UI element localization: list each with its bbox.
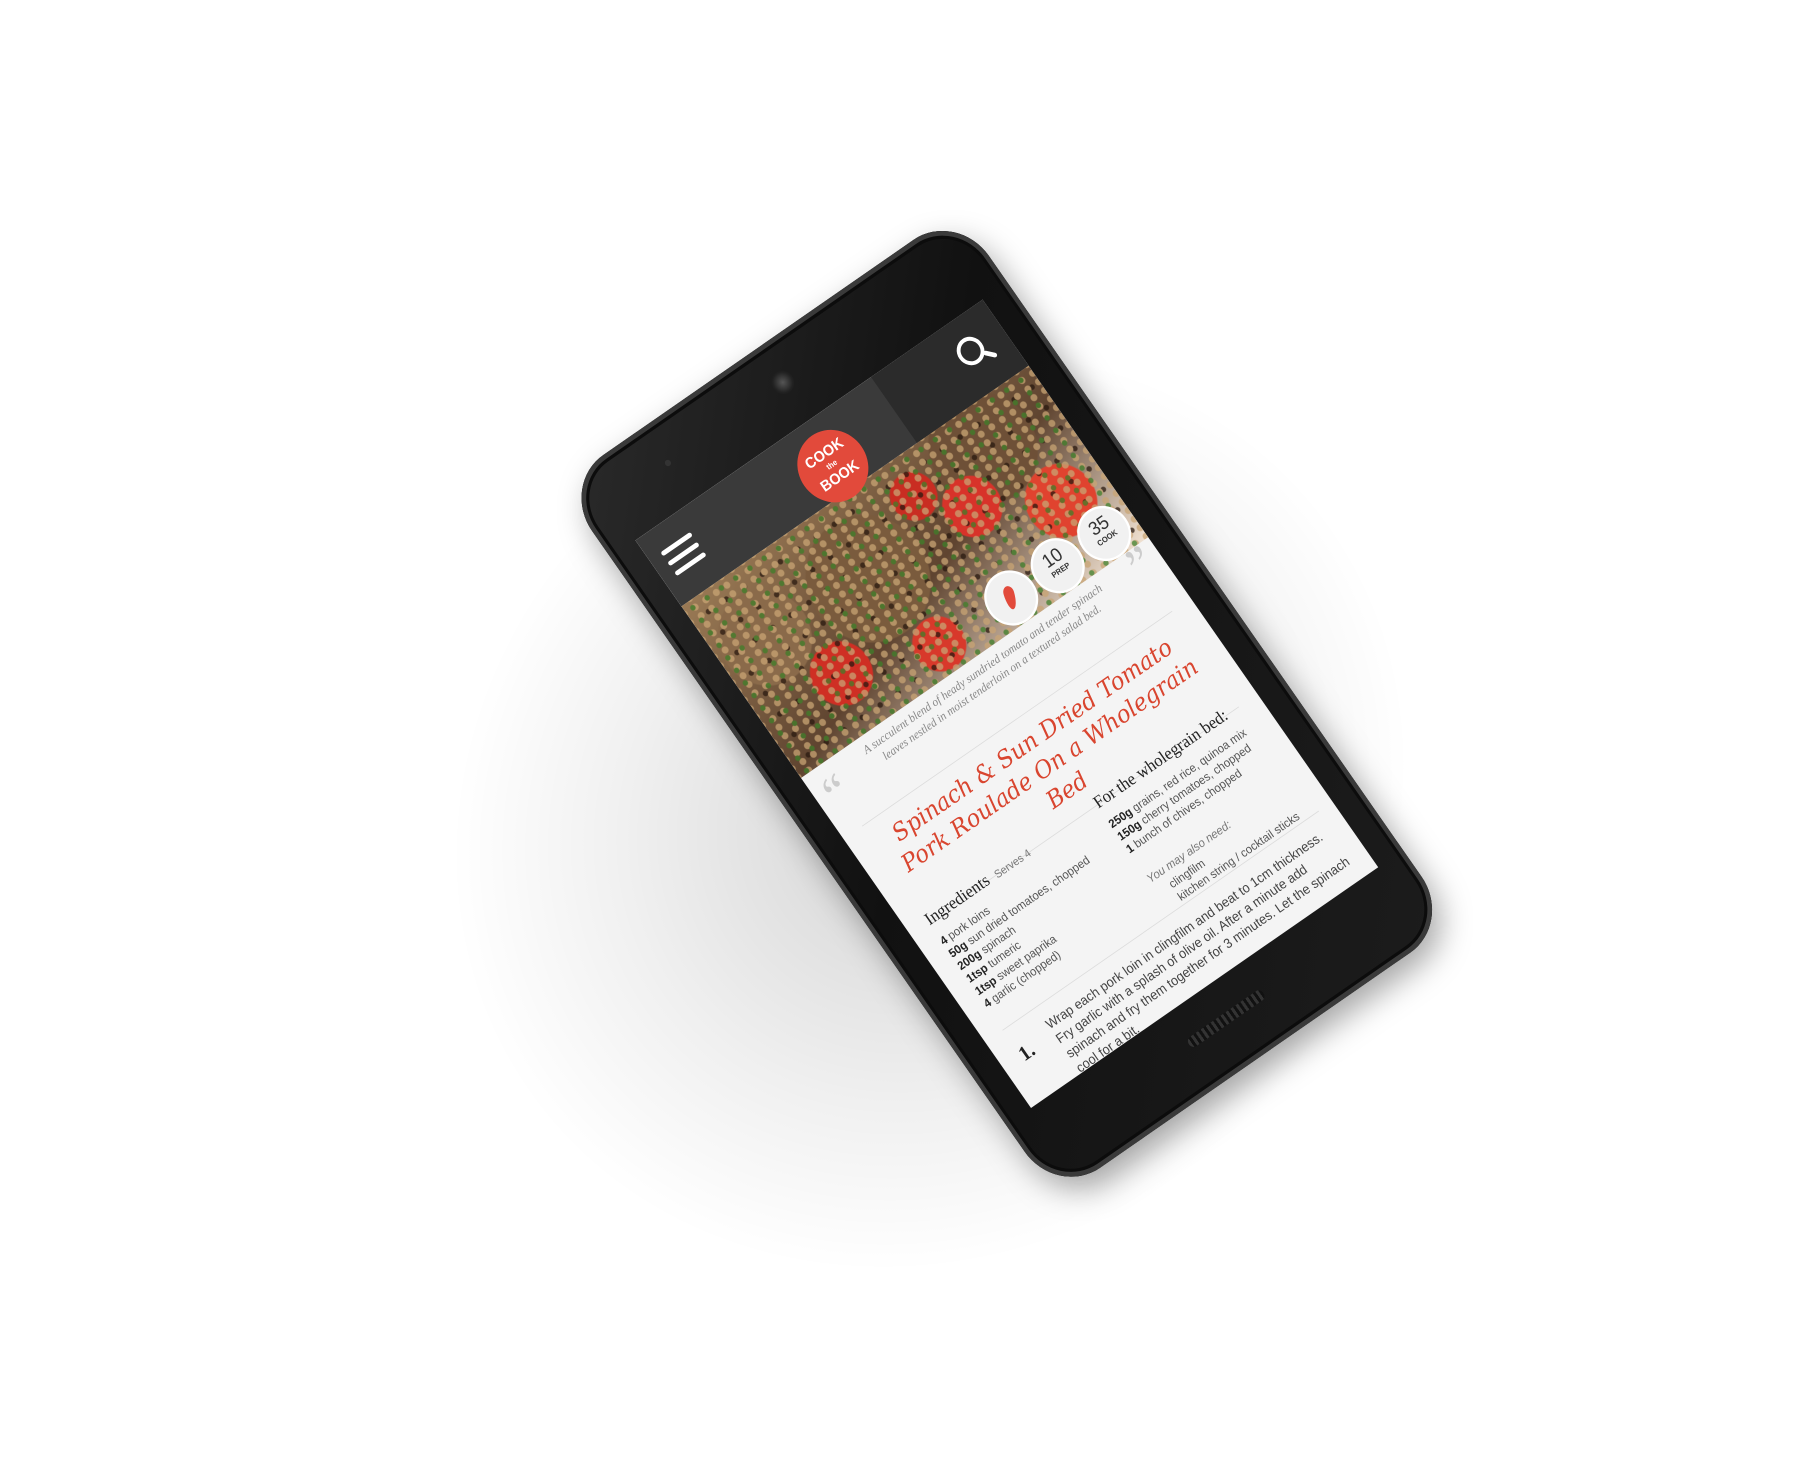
close-quote-mark: ” [1115, 533, 1166, 594]
front-camera [766, 366, 799, 399]
step-number: 1. [1013, 1038, 1040, 1066]
device-mockup: COOK the BOOK 10 PREP 35 COOK “ ” A succ… [0, 0, 1800, 1465]
hamburger-menu-icon[interactable] [660, 531, 708, 579]
open-quote-mark: “ [811, 762, 862, 822]
chili-pepper-icon [1001, 584, 1019, 611]
notification-led [663, 458, 673, 468]
speaker-grill [1185, 988, 1267, 1050]
